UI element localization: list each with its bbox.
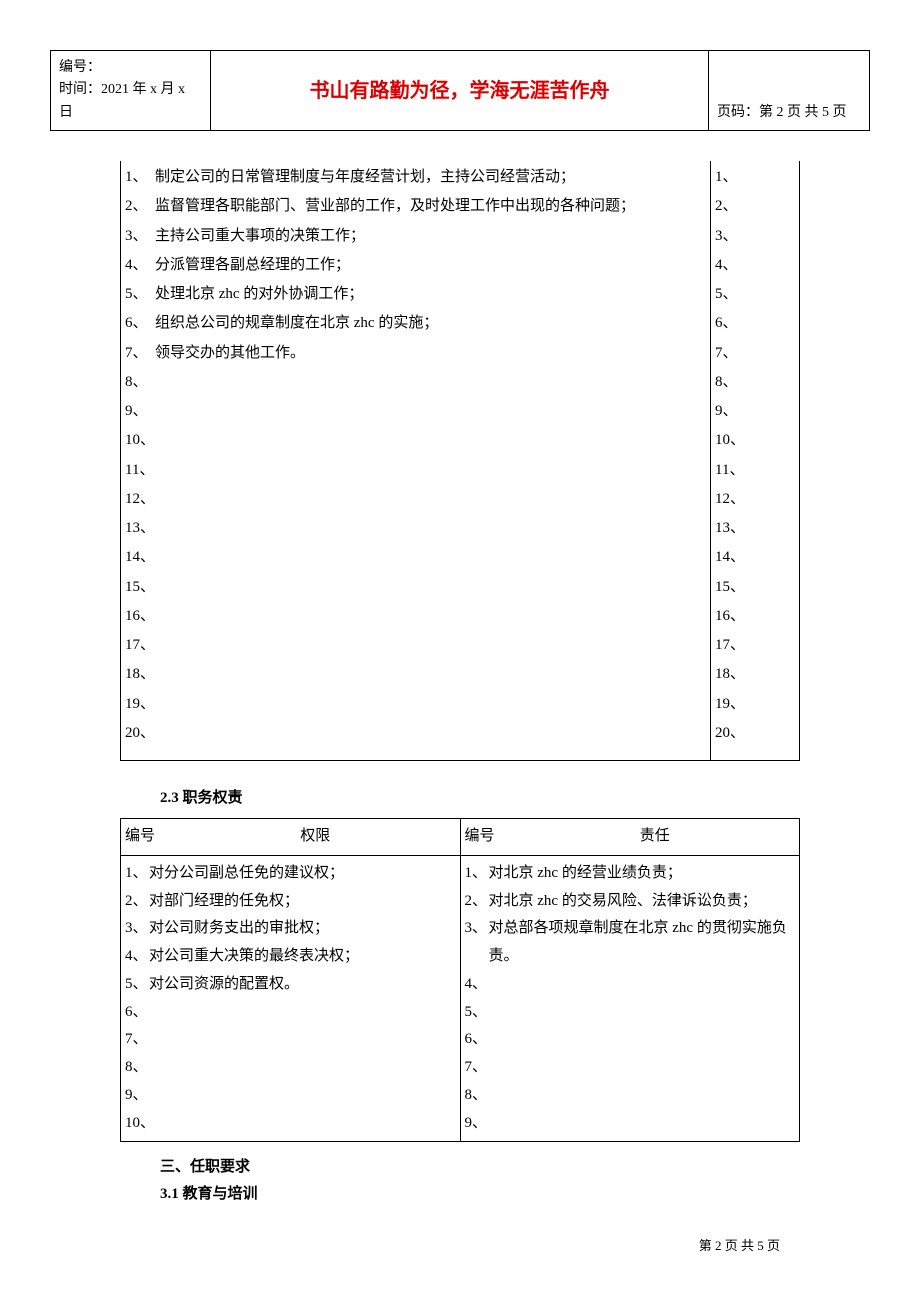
list-item: 14、 — [715, 543, 795, 572]
list-item: 2、 — [715, 192, 795, 221]
list-item: 3、 — [715, 222, 795, 251]
list-item: 1、对北京 zhc 的经营业绩负责； — [465, 860, 796, 888]
list-item: 13、 — [125, 514, 706, 543]
list-item: 14、 — [125, 543, 706, 572]
auth-left-col: 1、对分公司副总任免的建议权； 2、对部门经理的任免权； 3、对公司财务支出的审… — [121, 855, 461, 1142]
list-item: 19、 — [125, 690, 706, 719]
list-item: 9、 — [715, 397, 795, 426]
list-item: 12、 — [715, 485, 795, 514]
list-item: 2、对北京 zhc 的交易风险、法律诉讼负责； — [465, 888, 796, 916]
list-item: 16、 — [715, 602, 795, 631]
list-item: 20、 — [715, 719, 795, 748]
list-item: 7、 — [465, 1054, 796, 1082]
list-item: 4、分派管理各副总经理的工作； — [125, 251, 706, 280]
list-item: 18、 — [125, 660, 706, 689]
list-item: 3、对公司财务支出的审批权； — [125, 915, 456, 943]
list-item: 11、 — [125, 456, 706, 485]
list-item: 3、主持公司重大事项的决策工作； — [125, 222, 706, 251]
list-item: 8、 — [125, 368, 706, 397]
section-2-3-heading: 2.3 职务权责 — [120, 761, 800, 818]
list-item: 6、 — [125, 999, 456, 1027]
header-bar: 编号： 时间：2021 年 x 月 x 日 书山有路勤为径，学海无涯苦作舟 页码… — [50, 50, 870, 131]
list-item: 4、对公司重大决策的最终表决权； — [125, 943, 456, 971]
authority-table: 编号 权限 编号 责任 1、对分公司副总任免的建议权； 2、对部门经理的任免权；… — [120, 818, 800, 1142]
list-item: 1、 — [715, 163, 795, 192]
duties-table: 1、制定公司的日常管理制度与年度经营计划，主持公司经营活动； 2、监督管理各职能… — [120, 161, 800, 761]
list-item: 5、 — [715, 280, 795, 309]
list-item: 10、 — [125, 426, 706, 455]
header-left: 编号： 时间：2021 年 x 月 x 日 — [51, 51, 211, 130]
list-item: 6、 — [715, 309, 795, 338]
list-item: 5、对公司资源的配置权。 — [125, 971, 456, 999]
section-3-1-heading: 3.1 教育与培训 — [160, 1181, 800, 1208]
list-item: 6、 — [465, 1026, 796, 1054]
label-bianhao: 编号： — [59, 57, 202, 79]
list-item: 11、 — [715, 456, 795, 485]
list-item: 15、 — [715, 573, 795, 602]
list-item: 2、监督管理各职能部门、营业部的工作，及时处理工作中出现的各种问题； — [125, 192, 706, 221]
list-item: 16、 — [125, 602, 706, 631]
list-item: 6、组织总公司的规章制度在北京 zhc 的实施； — [125, 309, 706, 338]
list-item: 18、 — [715, 660, 795, 689]
list-item: 2、对部门经理的任免权； — [125, 888, 456, 916]
label-time: 时间：2021 年 x 月 x 日 — [59, 79, 202, 124]
list-item: 1、制定公司的日常管理制度与年度经营计划，主持公司经营活动； — [125, 163, 706, 192]
duties-right-col: 1、 2、 3、 4、 5、 6、 7、 8、 9、 10、 11、 12、 1… — [711, 161, 800, 761]
list-item: 5、 — [465, 999, 796, 1027]
list-item: 10、 — [125, 1110, 456, 1138]
list-item: 20、 — [125, 719, 706, 748]
list-item: 8、 — [715, 368, 795, 397]
list-item: 7、领导交办的其他工作。 — [125, 339, 706, 368]
list-item: 17、 — [125, 631, 706, 660]
list-item: 5、处理北京 zhc 的对外协调工作； — [125, 280, 706, 309]
list-item: 9、 — [125, 1082, 456, 1110]
auth-header-left: 编号 权限 — [121, 819, 461, 856]
list-item: 4、 — [715, 251, 795, 280]
list-item: 1、对分公司副总任免的建议权； — [125, 860, 456, 888]
section-3-title: 三、任职要求 — [160, 1154, 800, 1181]
page-footer: 第 2 页 共 5 页 — [699, 1236, 780, 1257]
list-item: 9、 — [465, 1110, 796, 1138]
header-page-code: 页码：第 2 页 共 5 页 — [709, 51, 869, 130]
header-motto: 书山有路勤为径，学海无涯苦作舟 — [211, 51, 709, 130]
list-item: 8、 — [465, 1082, 796, 1110]
list-item: 10、 — [715, 426, 795, 455]
list-item: 12、 — [125, 485, 706, 514]
auth-header-right: 编号 责任 — [460, 819, 800, 856]
list-item: 13、 — [715, 514, 795, 543]
list-item: 8、 — [125, 1054, 456, 1082]
list-item: 15、 — [125, 573, 706, 602]
list-item: 17、 — [715, 631, 795, 660]
list-item: 7、 — [125, 1026, 456, 1054]
list-item: 7、 — [715, 339, 795, 368]
list-item: 9、 — [125, 397, 706, 426]
list-item: 3、对总部各项规章制度在北京 zhc 的贯彻实施负责。 — [465, 915, 796, 971]
auth-right-col: 1、对北京 zhc 的经营业绩负责； 2、对北京 zhc 的交易风险、法律诉讼负… — [460, 855, 800, 1142]
list-item: 4、 — [465, 971, 796, 999]
list-item: 19、 — [715, 690, 795, 719]
duties-left-col: 1、制定公司的日常管理制度与年度经营计划，主持公司经营活动； 2、监督管理各职能… — [121, 161, 711, 761]
